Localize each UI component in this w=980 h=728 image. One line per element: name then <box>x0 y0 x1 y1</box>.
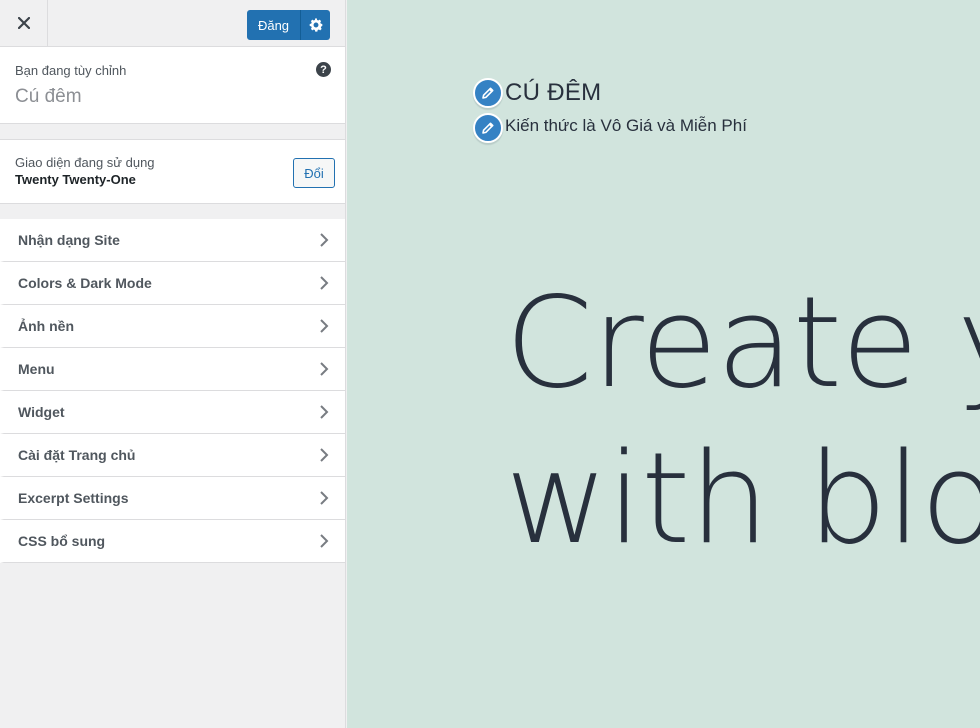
customizing-label: Bạn đang tùy chỉnh <box>15 63 127 78</box>
panel-label: Widget <box>18 404 65 420</box>
active-theme-panel: Giao diện đang sử dụng Twenty Twenty-One… <box>0 139 345 204</box>
preview-site-title[interactable]: CÚ ĐÊM <box>505 79 601 107</box>
panel-excerpt-settings[interactable]: Excerpt Settings <box>0 477 345 520</box>
site-name: Cú đêm <box>15 86 82 107</box>
chevron-right-icon <box>320 405 329 419</box>
help-icon[interactable]: ? <box>316 62 331 77</box>
edit-site-title-shortcut[interactable] <box>473 78 503 108</box>
panel-colors-dark-mode[interactable]: Colors & Dark Mode <box>0 262 345 305</box>
customizer-info: Bạn đang tùy chỉnh Cú đêm ? <box>0 47 345 124</box>
close-icon <box>17 17 30 29</box>
hero-heading-line-1: Create y <box>505 269 980 416</box>
panel-label: Nhận dạng Site <box>18 232 120 248</box>
chevron-right-icon <box>320 319 329 333</box>
panel-label: Cài đặt Trang chủ <box>18 447 136 463</box>
panel-widgets[interactable]: Widget <box>0 391 345 434</box>
gear-icon <box>309 18 323 32</box>
active-theme-name: Twenty Twenty-One <box>15 172 136 187</box>
active-theme-label: Giao diện đang sử dụng <box>15 155 155 170</box>
chevron-right-icon <box>320 491 329 505</box>
panel-label: Colors & Dark Mode <box>18 275 152 291</box>
site-preview: CÚ ĐÊM Kiến thức là Vô Giá và Miễn Phí C… <box>347 0 980 728</box>
customizer-panels: Nhận dạng Site Colors & Dark Mode Ảnh nề… <box>0 219 345 563</box>
chevron-right-icon <box>320 534 329 548</box>
panel-label: Ảnh nền <box>18 318 74 334</box>
publish-settings-button[interactable] <box>300 10 330 40</box>
panel-label: Menu <box>18 361 55 377</box>
panel-additional-css[interactable]: CSS bổ sung <box>0 520 345 563</box>
change-theme-button[interactable]: Đổi <box>293 158 335 188</box>
hero-heading-line-2: with blo <box>505 425 980 572</box>
publish-group: Đăng <box>247 10 330 40</box>
edit-tagline-shortcut[interactable] <box>473 113 503 143</box>
panel-background-image[interactable]: Ảnh nền <box>0 305 345 348</box>
close-button[interactable] <box>0 0 48 46</box>
chevron-right-icon <box>320 362 329 376</box>
pencil-icon <box>482 122 494 134</box>
panel-label: CSS bổ sung <box>18 533 106 549</box>
panel-menus[interactable]: Menu <box>0 348 345 391</box>
chevron-right-icon <box>320 233 329 247</box>
panel-site-identity[interactable]: Nhận dạng Site <box>0 219 345 262</box>
publish-button[interactable]: Đăng <box>247 10 300 40</box>
pencil-icon <box>482 87 494 99</box>
customizer-header: Đăng <box>0 0 345 47</box>
chevron-right-icon <box>320 276 329 290</box>
panel-label: Excerpt Settings <box>18 490 129 506</box>
chevron-right-icon <box>320 448 329 462</box>
panel-homepage-settings[interactable]: Cài đặt Trang chủ <box>0 434 345 477</box>
preview-tagline: Kiến thức là Vô Giá và Miễn Phí <box>505 116 747 135</box>
customizer-sidebar: Đăng Bạn đang tùy chỉnh Cú đêm ? Giao di… <box>0 0 346 728</box>
